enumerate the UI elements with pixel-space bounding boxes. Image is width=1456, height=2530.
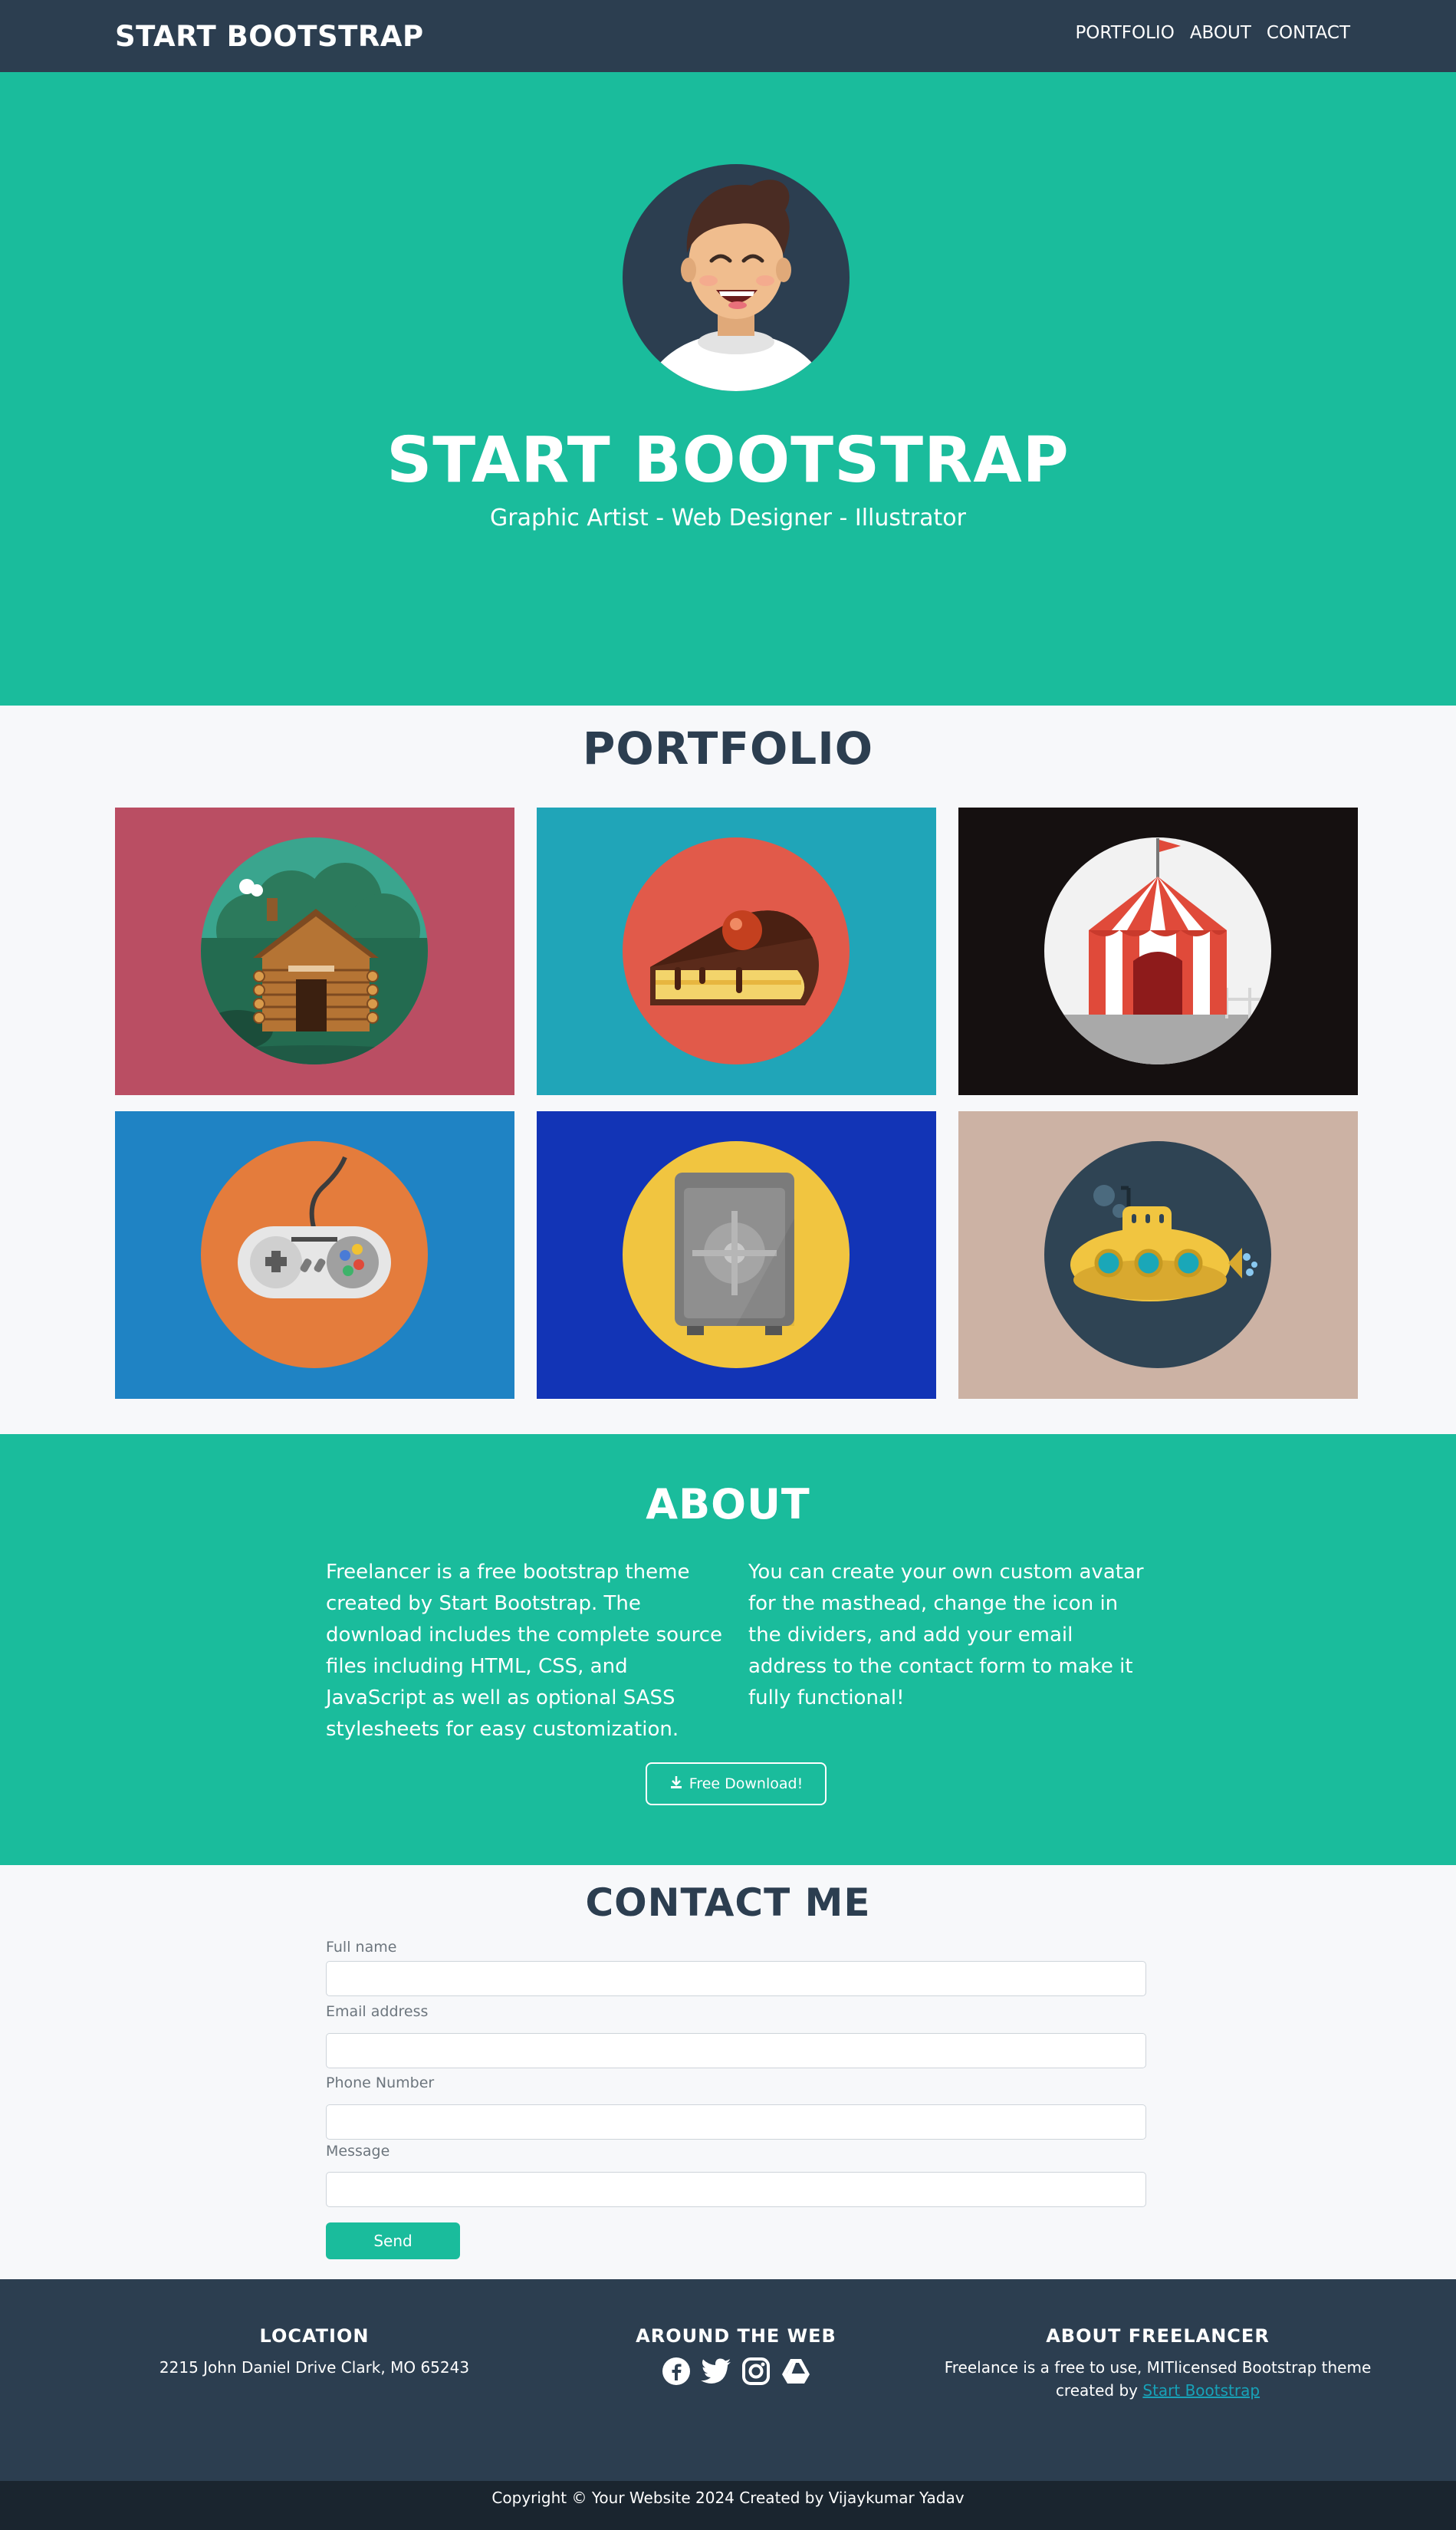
navbar-brand[interactable]: START BOOTSTRAP: [115, 20, 424, 53]
about-section: ABOUT Freelancer is a free bootstrap the…: [0, 1434, 1456, 1865]
safe-icon: [537, 1111, 936, 1399]
cabin-icon: [115, 808, 514, 1095]
message-label: Message: [326, 2143, 390, 2160]
avatar-icon: [623, 164, 850, 391]
nav-link-portfolio[interactable]: PORTFOLIO: [1075, 23, 1174, 43]
name-label: Full name: [326, 1939, 397, 1956]
google-drive-icon[interactable]: [781, 2356, 811, 2387]
contact-heading: CONTACT ME: [585, 1880, 871, 1925]
footer-location-title: LOCATION: [259, 2325, 370, 2347]
nav-link-about[interactable]: ABOUT: [1190, 23, 1251, 43]
footer: LOCATION 2215 John Daniel Drive Clark, M…: [0, 2279, 1456, 2481]
facebook-icon[interactable]: [661, 2356, 692, 2387]
portfolio-item-controller[interactable]: [115, 1111, 514, 1399]
navbar: START BOOTSTRAP PORTFOLIO ABOUT CONTACT: [0, 0, 1456, 72]
about-text-left: Freelancer is a free bootstrap theme cre…: [326, 1561, 722, 1741]
copyright-bar: Copyright © Your Website 2024 Created by…: [0, 2481, 1456, 2530]
phone-field[interactable]: [326, 2104, 1146, 2140]
about-heading: ABOUT: [646, 1480, 810, 1528]
masthead-title: START BOOTSTRAP: [386, 424, 1070, 497]
about-text-right: You can create your own custom avatar fo…: [748, 1561, 1144, 1709]
phone-label: Phone Number: [326, 2074, 435, 2091]
portfolio-item-safe[interactable]: [537, 1111, 936, 1399]
footer-social: AROUND THE WEB: [506, 2325, 966, 2387]
circus-tent-icon: [958, 808, 1358, 1095]
name-field[interactable]: [326, 1961, 1146, 1996]
portfolio-heading: PORTFOLIO: [582, 722, 874, 775]
social-links: [506, 2356, 966, 2387]
nav-link-contact[interactable]: CONTACT: [1267, 23, 1350, 43]
nav-links: PORTFOLIO ABOUT CONTACT: [1075, 23, 1350, 43]
footer-about: ABOUT FREELANCER Freelance is a free to …: [928, 2325, 1388, 2402]
download-icon: [669, 1775, 683, 1793]
contact-section: CONTACT ME Full name Email address Phone…: [0, 1865, 1456, 2279]
twitter-icon[interactable]: [701, 2356, 731, 2387]
footer-social-title: AROUND THE WEB: [636, 2325, 836, 2347]
masthead: START BOOTSTRAP Graphic Artist - Web Des…: [0, 72, 1456, 706]
submarine-icon: [958, 1111, 1358, 1399]
portfolio-item-cake[interactable]: [537, 808, 936, 1095]
masthead-subtitle: Graphic Artist - Web Designer - Illustra…: [490, 505, 966, 531]
footer-about-title: ABOUT FREELANCER: [1046, 2325, 1270, 2347]
footer-location: LOCATION 2215 John Daniel Drive Clark, M…: [84, 2325, 544, 2379]
send-button[interactable]: Send: [326, 2222, 460, 2259]
portfolio-section: PORTFOLIO: [0, 706, 1456, 1434]
free-download-button[interactable]: Free Download!: [646, 1762, 827, 1805]
instagram-icon[interactable]: [741, 2356, 771, 2387]
start-bootstrap-link[interactable]: Start Bootstrap: [1142, 2381, 1260, 2400]
game-controller-icon: [115, 1111, 514, 1399]
portfolio-item-circus[interactable]: [958, 808, 1358, 1095]
portfolio-item-cabin[interactable]: [115, 808, 514, 1095]
email-label: Email address: [326, 2003, 429, 2020]
footer-location-text: 2215 John Daniel Drive Clark, MO 65243: [159, 2358, 470, 2377]
portfolio-item-submarine[interactable]: [958, 1111, 1358, 1399]
email-field[interactable]: [326, 2033, 1146, 2068]
cake-icon: [537, 808, 936, 1095]
free-download-label: Free Download!: [689, 1775, 804, 1792]
footer-about-text: Freelance is a free to use, MITlicensed …: [928, 2356, 1388, 2402]
message-field[interactable]: [326, 2172, 1146, 2207]
